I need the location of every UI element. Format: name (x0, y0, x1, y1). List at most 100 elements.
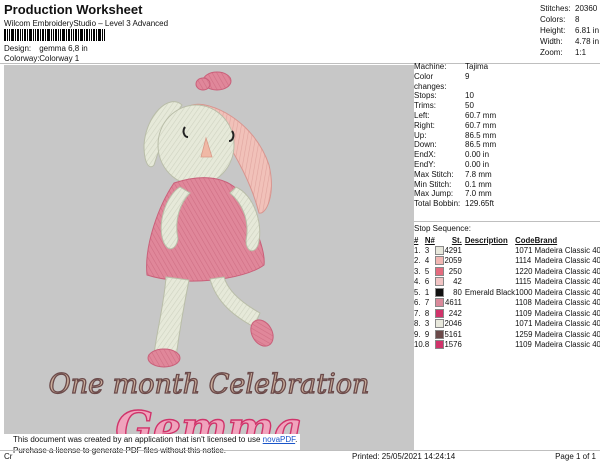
table-row: 8. 3 2046 1071 Madeira Classic 40 (414, 319, 600, 330)
info-row: Total Bobbin: 129.65ft (414, 199, 494, 209)
thread-brand: Madeira Classic 40 (534, 266, 600, 276)
color-swatch (434, 319, 444, 329)
col-header-needle: N# (424, 235, 435, 245)
design-stats: Stitches: 20360 Colors: 8 Height: 6.81 in W… (540, 3, 600, 58)
thread-description (465, 245, 515, 256)
table-row: 3. 5 250 1220 Madeira Classic 40 (414, 266, 600, 277)
info-row: Right: 60.7 mm (414, 120, 497, 130)
thread-description (465, 340, 515, 351)
colorway-value: Colorway 1 (39, 54, 80, 63)
thread-code: 1071 (515, 245, 533, 255)
color-swatch (434, 329, 444, 339)
needle-number: 8 (424, 340, 430, 350)
stitch-count: 1576 (434, 340, 465, 351)
col-header-brand: Brand (534, 235, 558, 245)
needle-number: 5 (424, 266, 430, 276)
color-swatch (434, 308, 444, 318)
color-swatch (434, 245, 444, 255)
info-row: Min Stitch: 0.1 mm (414, 179, 492, 189)
printed-timestamp: Printed: 25/05/2021 14:24:14 (352, 452, 456, 461)
section-divider (414, 221, 600, 222)
thread-description (465, 277, 515, 288)
thread-brand: Madeira Classic 40 (534, 245, 600, 255)
thread-description (465, 308, 515, 319)
stop-sequence-table: # N# St. Description Code Brand 1. 3 4291 1… (414, 235, 600, 350)
thread-code: 1108 (515, 298, 532, 308)
color-swatch (434, 277, 444, 287)
novapdf-link[interactable]: novaPDF (263, 435, 295, 444)
row-num: 4. (414, 277, 421, 287)
thread-code: 1109 (515, 340, 532, 350)
row-num: 5. (414, 287, 421, 297)
stitch-count: 5161 (434, 329, 465, 340)
info-row: Max Jump: 7.0 mm (414, 189, 492, 199)
row-num: 7. (414, 308, 421, 318)
thread-brand: Madeira Classic 40 (534, 340, 600, 350)
design-label: Design: (4, 44, 32, 53)
thread-code: 1220 (515, 266, 533, 276)
row-num: 1. (414, 245, 421, 255)
info-row: Machine: Tajima (414, 62, 489, 71)
row-num: 6. (414, 298, 421, 308)
table-row: 9. 9 5161 1259 Madeira Classic 40 (414, 329, 600, 340)
thread-code: 1114 (515, 256, 532, 266)
thread-code: 1115 (515, 277, 532, 287)
thread-description: Emerald Black (464, 287, 516, 297)
info-row: EndY: 0.00 in (414, 159, 490, 169)
stat-height: Height: 6.81 in (540, 26, 600, 35)
stitch-count: 242 (434, 308, 465, 319)
footer: Cr Printed: 25/05/2021 14:24:14 Page 1 o… (0, 450, 600, 464)
thread-code: 1259 (515, 329, 533, 339)
design-preview: One month Celebration Gemma (4, 65, 414, 455)
table-row: 1. 3 4291 1071 Madeira Classic 40 (414, 245, 600, 256)
info-row: Stops: 10 (414, 91, 474, 101)
needle-number: 3 (424, 245, 430, 255)
stat-width: Width: 4.78 in (540, 37, 600, 46)
table-row: 7. 8 242 1109 Madeira Classic 40 (414, 308, 600, 319)
color-swatch (434, 340, 444, 350)
colorway-label: Colorway: (4, 54, 40, 63)
colorway-line: Colorway: Colorway 1 (4, 54, 79, 63)
info-row: EndX: 0.00 in (414, 150, 490, 160)
thread-brand: Madeira Classic 40 (534, 319, 600, 329)
embroidery-artwork: One month Celebration Gemma (48, 71, 370, 455)
stitch-count: 80 (434, 287, 465, 298)
row-num: 8. (414, 319, 421, 329)
info-row: Left: 60.7 mm (414, 110, 497, 120)
thread-brand: Madeira Classic 40 (534, 287, 600, 297)
row-num: 2. (414, 256, 421, 266)
info-row: Trims: 50 (414, 101, 474, 111)
barcode (4, 29, 132, 41)
info-row: Down: 86.5 mm (414, 140, 497, 150)
stop-sequence-title: Stop Sequence: (414, 224, 471, 233)
col-header-stitches: St. (451, 235, 462, 245)
table-row: 4. 6 42 1115 Madeira Classic 40 (414, 277, 600, 288)
needle-number: 9 (424, 329, 430, 339)
artwork-line-1: One month Celebration (49, 369, 370, 400)
table-header-row: # N# St. Description Code Brand (414, 235, 600, 245)
design-line: Design: gemma 6,8 in (4, 44, 88, 53)
row-num: 10. (414, 340, 425, 350)
page-number: Page 1 of 1 (555, 452, 596, 461)
thread-description (465, 298, 515, 309)
stitch-count: 2046 (434, 319, 465, 330)
color-swatch (434, 266, 444, 276)
color-swatch (434, 298, 444, 308)
col-header-num: # (414, 235, 419, 245)
needle-number: 3 (424, 319, 430, 329)
needle-number: 1 (424, 287, 430, 297)
thread-code: 1000 (515, 287, 533, 297)
stitch-count: 4291 (434, 245, 465, 256)
info-row: Up: 86.5 mm (414, 130, 497, 140)
thread-brand: Madeira Classic 40 (534, 308, 600, 318)
thread-description (465, 329, 515, 340)
thread-brand: Madeira Classic 40 (534, 329, 600, 339)
thread-brand: Madeira Classic 40 (534, 256, 600, 266)
design-value: gemma 6,8 in (39, 44, 88, 53)
thread-brand: Madeira Classic 40 (534, 277, 600, 287)
info-row: Color changes: 9 (414, 71, 470, 91)
needle-number: 6 (424, 277, 430, 287)
machine-info: Machine: Tajima Color changes: 9 Stops: 10 … (414, 62, 535, 209)
footer-left: Cr (4, 452, 13, 461)
stitch-count: 4611 (434, 298, 465, 309)
